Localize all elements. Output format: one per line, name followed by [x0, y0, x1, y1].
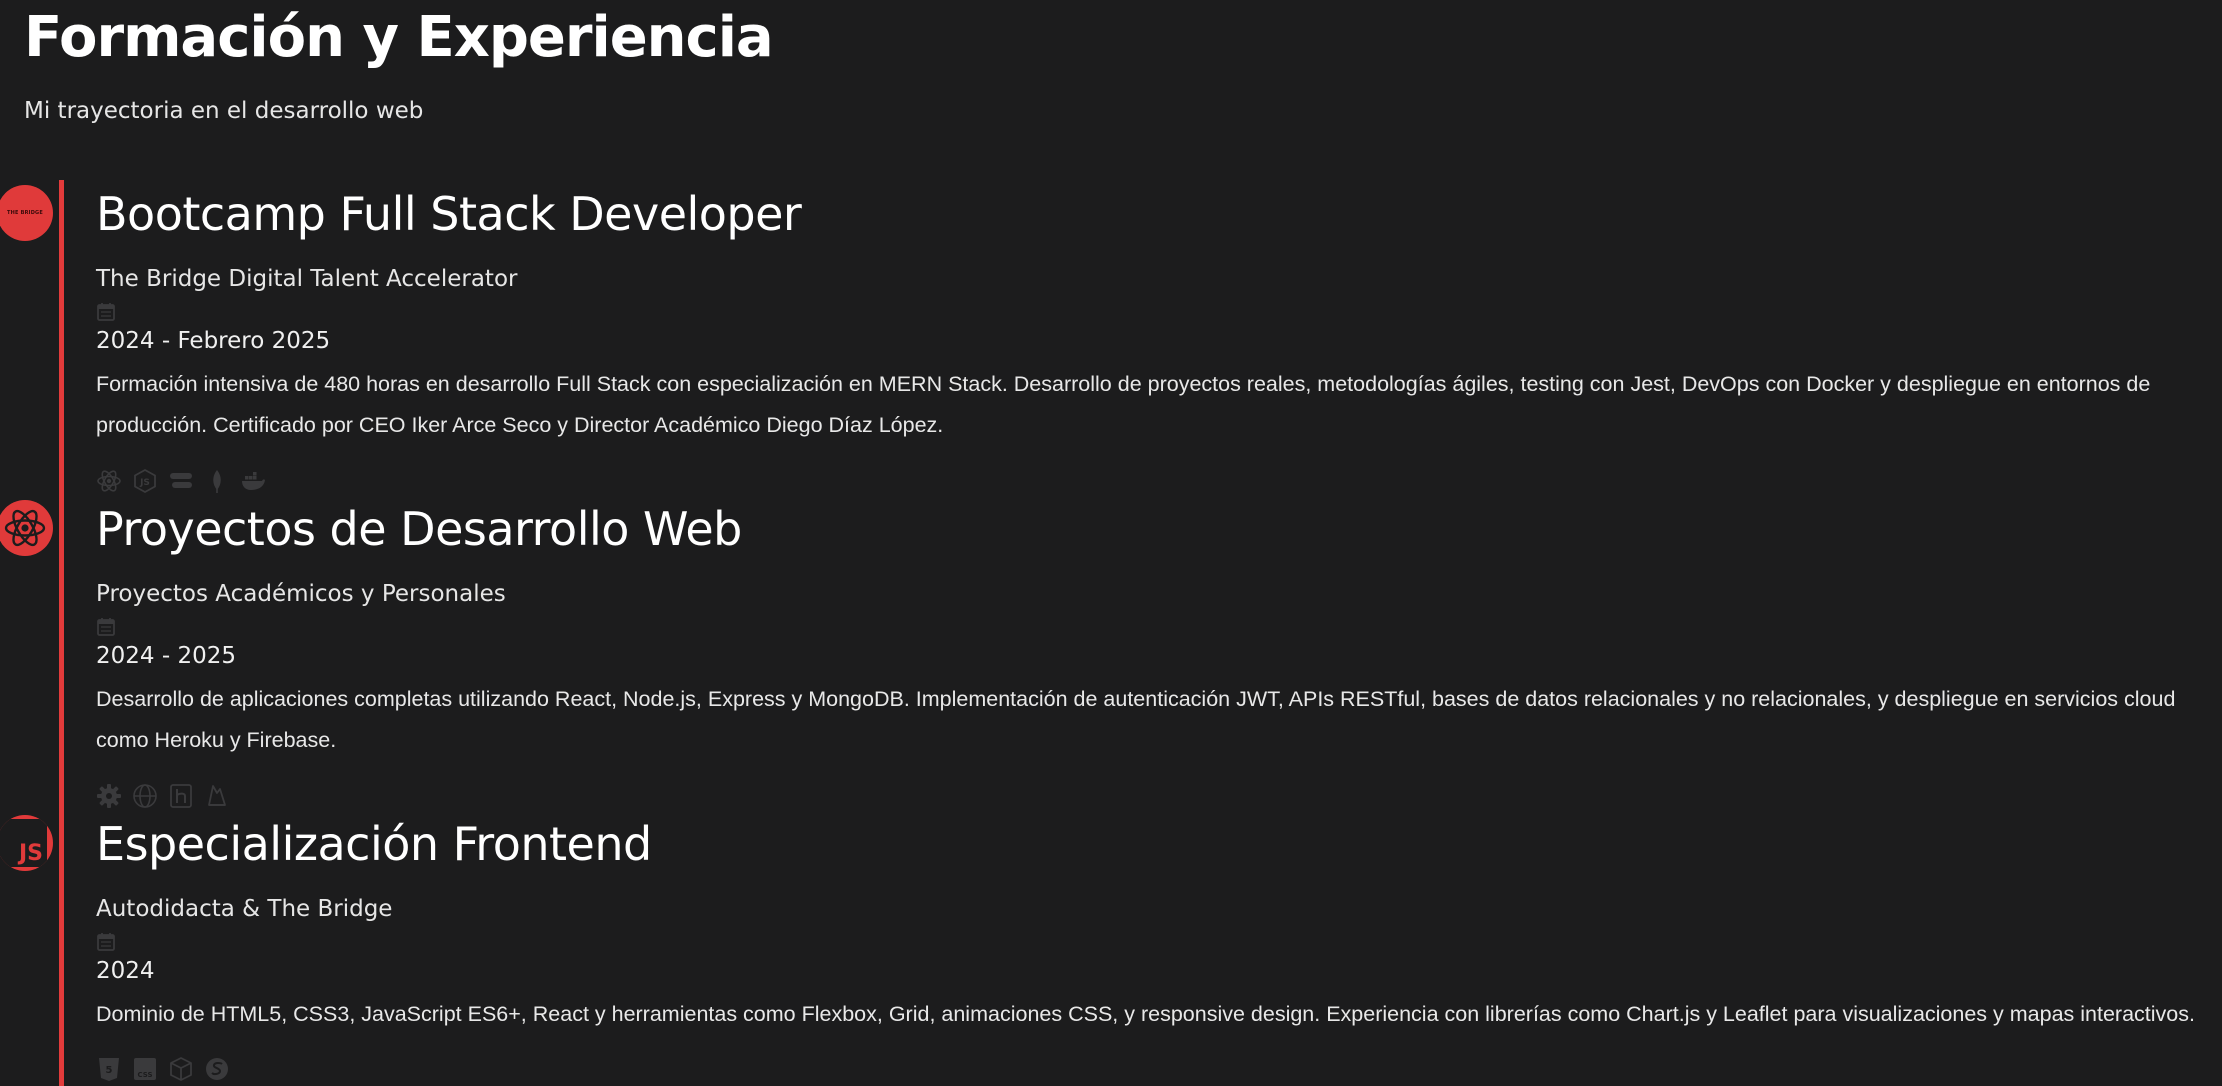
heroku-icon — [170, 784, 192, 808]
javascript-marker: JS — [0, 815, 53, 871]
page: Formación y Experiencia Mi trayectoria e… — [0, 0, 2222, 1086]
javascript-icon: JS — [0, 819, 47, 867]
react-icon — [97, 470, 121, 492]
mongodb-icon — [213, 470, 221, 493]
calendar-icon — [97, 303, 115, 321]
sass-icon — [206, 1058, 228, 1080]
page-title: Formación y Experiencia — [24, 5, 774, 70]
express-icon — [170, 473, 192, 488]
calendar-icon — [97, 933, 115, 951]
gear-icon — [97, 784, 121, 808]
entry-description: Formación intensiva de 480 horas en desa… — [96, 372, 2151, 437]
css3-icon: CSS — [134, 1058, 156, 1080]
entry-title: Bootcamp Full Stack Developer — [96, 187, 802, 241]
tech-icons — [96, 783, 230, 809]
entry-description: Desarrollo de aplicaciones completas uti… — [96, 687, 2176, 752]
tech-icons: JS — [96, 468, 266, 494]
timeline-line — [59, 180, 64, 1086]
entry-organization: Proyectos Académicos y Personales — [96, 581, 506, 607]
entry-title: Proyectos de Desarrollo Web — [96, 502, 742, 556]
entry-date: 2024 - 2025 — [96, 643, 236, 669]
svg-text:JS: JS — [139, 478, 150, 488]
tech-icons: 5 CSS — [96, 1056, 230, 1082]
javascript-icon-text: JS — [18, 841, 43, 866]
nodejs-icon: JS — [134, 468, 156, 494]
react-marker — [0, 500, 53, 556]
entry-date: 2024 - Febrero 2025 — [96, 328, 331, 354]
entry-title: Especialización Frontend — [96, 817, 652, 871]
entry-date: 2024 — [96, 958, 155, 984]
html5-icon: 5 — [99, 1058, 119, 1081]
docker-icon — [242, 472, 265, 490]
svg-text:5: 5 — [106, 1065, 113, 1076]
firebase-icon — [208, 785, 226, 806]
entry-organization: The Bridge Digital Talent Accelerator — [96, 266, 518, 292]
entry-description: Dominio de HTML5, CSS3, JavaScript ES6+,… — [96, 1002, 2195, 1026]
globe-icon — [133, 784, 157, 808]
page-subtitle: Mi trayectoria en el desarrollo web — [24, 98, 424, 124]
calendar-icon — [97, 618, 115, 636]
svg-text:CSS: CSS — [137, 1071, 152, 1079]
entry-organization: Autodidacta & The Bridge — [96, 896, 393, 922]
the-bridge-logo-marker: THE BRIDGE — [0, 185, 53, 241]
box-icon — [170, 1057, 192, 1081]
react-icon — [4, 509, 46, 547]
the-bridge-logo-text: THE BRIDGE — [7, 210, 43, 216]
